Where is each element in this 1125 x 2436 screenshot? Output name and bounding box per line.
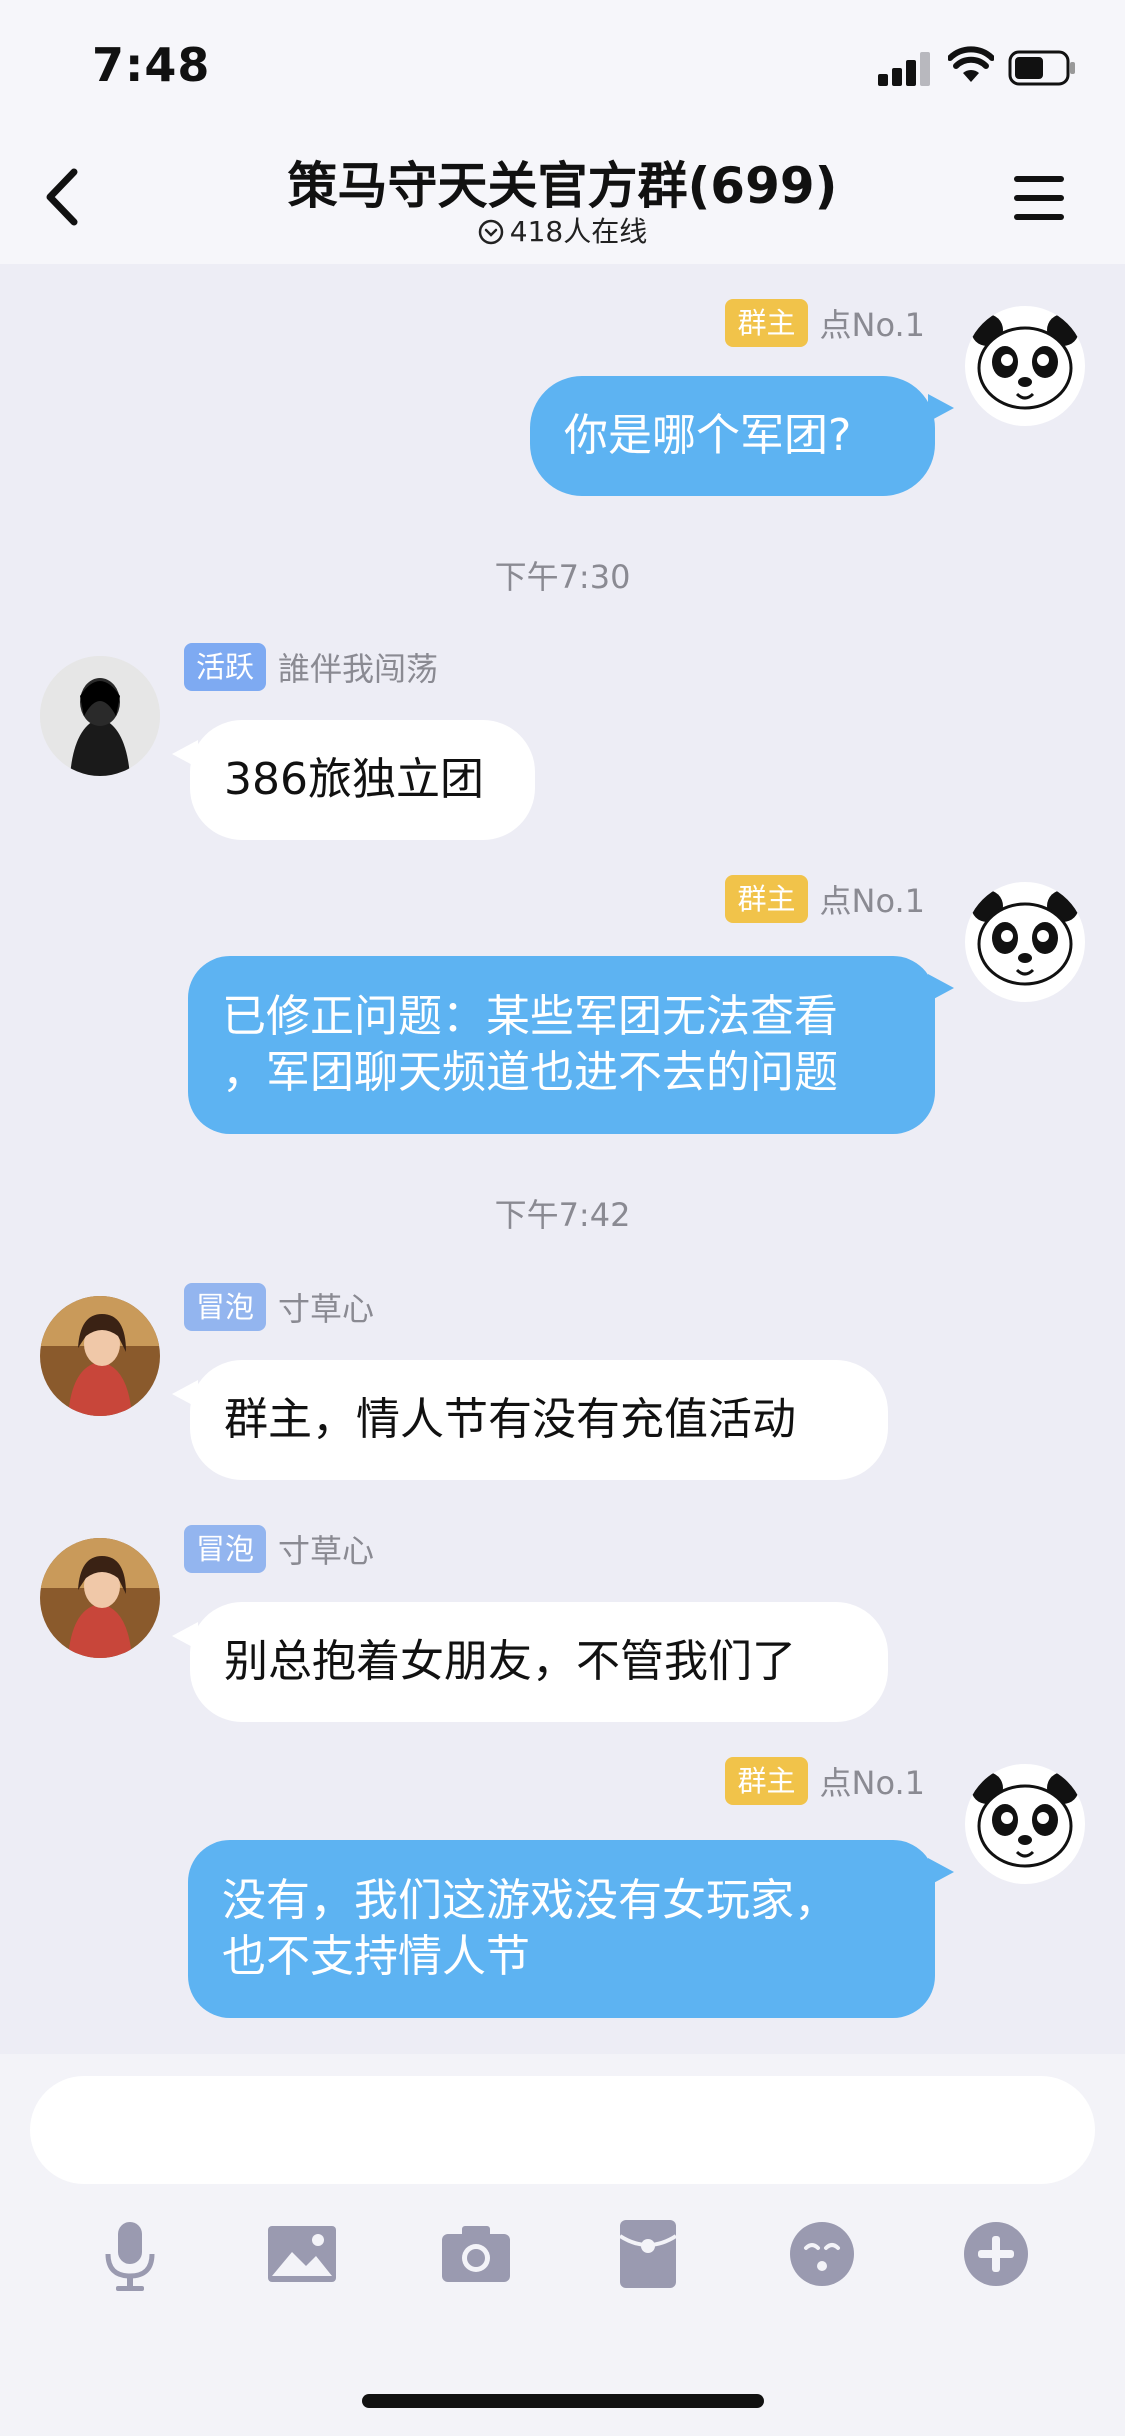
message-meta: 冒泡 寸草心 [184, 1524, 374, 1574]
panda-avatar-icon [971, 314, 1079, 410]
owner-tag: 群主 [725, 875, 808, 923]
input-area [0, 2054, 1125, 2436]
avatar[interactable] [965, 882, 1085, 1002]
online-count-label: 418人在线 [509, 215, 648, 248]
avatar[interactable] [40, 1296, 160, 1416]
avatar[interactable] [40, 1538, 160, 1658]
owner-tag: 群主 [725, 299, 808, 347]
bubble-tail [928, 974, 954, 1002]
wifi-icon [948, 46, 994, 82]
sender-name: 誰伴我闯荡 [278, 650, 439, 688]
message-input[interactable] [30, 2076, 1095, 2184]
timestamp: 下午7:30 [494, 558, 631, 596]
nav-bar: 策马守天关官方群(699) 418人在线 [0, 132, 1125, 264]
sender-name: 寸草心 [278, 1532, 375, 1570]
avatar[interactable] [40, 656, 160, 776]
chevron-down-circle-icon[interactable] [478, 219, 504, 245]
message-bubble[interactable]: 没有，我们这游戏没有女玩家， 也不支持情人节 [188, 1840, 935, 2018]
message-bubble[interactable]: 别总抱着女朋友，不管我们了 [190, 1602, 888, 1722]
microphone-icon[interactable] [90, 2214, 170, 2294]
message-text-line: 没有，我们这游戏没有女玩家， [222, 1875, 838, 1926]
message-text-line: 已修正问题：某些军团无法查看 [222, 991, 838, 1042]
message-text: 你是哪个军团? [564, 410, 852, 461]
status-bar: 7:48 [0, 0, 1125, 132]
panda-avatar-icon [971, 1772, 1079, 1868]
online-count: 418人在线 [300, 210, 825, 250]
battery-icon [1008, 50, 1075, 86]
camera-icon[interactable] [436, 2214, 516, 2294]
back-icon[interactable] [36, 162, 92, 232]
cellular-signal-icon [878, 52, 932, 86]
avatar[interactable] [965, 1764, 1085, 1884]
message-text: 386旅独立团 [224, 754, 484, 805]
message-bubble[interactable]: 386旅独立团 [190, 720, 535, 840]
message-meta: 群主 点No.1 [725, 1756, 925, 1806]
plus-icon[interactable] [956, 2214, 1036, 2294]
timestamp: 下午7:42 [494, 1196, 631, 1234]
message-bubble[interactable]: 你是哪个军团? [530, 376, 935, 496]
message-incoming: 活跃 誰伴我闯荡 386旅独立团 [0, 634, 1125, 854]
bubble-tail [928, 394, 954, 422]
emoji-icon[interactable] [782, 2214, 862, 2294]
message-text: 别总抱着女朋友，不管我们了 [224, 1636, 796, 1687]
red-packet-icon[interactable] [608, 2214, 688, 2294]
active-tag: 活跃 [184, 643, 267, 691]
message-meta: 群主 点No.1 [725, 298, 925, 348]
message-incoming: 冒泡 寸草心 别总抱着女朋友，不管我们了 [0, 1516, 1125, 1736]
image-icon[interactable] [262, 2214, 342, 2294]
message-text-line: ，军团聊天频道也进不去的问题 [222, 1047, 838, 1098]
message-outgoing: 群主 点No.1 你是哪个军团? [0, 264, 1125, 504]
avatar[interactable] [965, 306, 1085, 426]
message-text: 群主，情人节有没有充值活动 [224, 1394, 796, 1445]
message-meta: 活跃 誰伴我闯荡 [184, 642, 438, 692]
message-outgoing: 群主 点No.1 没有，我们这游戏没有女玩家， 也不支持情人节 [0, 1746, 1125, 2046]
sender-name: 点No.1 [819, 1764, 926, 1802]
message-meta: 冒泡 寸草心 [184, 1282, 374, 1332]
sender-name: 点No.1 [819, 306, 926, 344]
message-bubble[interactable]: 群主，情人节有没有充值活动 [190, 1360, 888, 1480]
profile-photo-icon [40, 1296, 160, 1416]
profile-photo-icon [40, 1538, 160, 1658]
chat-area[interactable]: 群主 点No.1 你是哪个军团? 下午7:30 活跃 誰伴我闯荡 386旅独立团… [0, 264, 1125, 2054]
group-title: 策马守天关官方群(699) [287, 157, 838, 215]
home-indicator[interactable] [362, 2394, 764, 2408]
message-meta: 群主 点No.1 [725, 874, 925, 924]
bubble-tag: 冒泡 [184, 1525, 267, 1573]
profile-photo-icon [40, 656, 160, 776]
bubble-tail [928, 1858, 954, 1886]
sender-name: 点No.1 [819, 882, 926, 920]
panda-avatar-icon [971, 890, 1079, 986]
message-incoming: 冒泡 寸草心 群主，情人节有没有充值活动 [0, 1274, 1125, 1494]
sender-name: 寸草心 [278, 1290, 375, 1328]
message-text-line: 也不支持情人节 [222, 1931, 530, 1982]
menu-icon[interactable] [1010, 172, 1070, 224]
bubble-tag: 冒泡 [184, 1283, 267, 1331]
message-outgoing: 群主 点No.1 已修正问题：某些军团无法查看 ，军团聊天频道也进不去的问题 [0, 864, 1125, 1164]
message-bubble[interactable]: 已修正问题：某些军团无法查看 ，军团聊天频道也进不去的问题 [188, 956, 935, 1134]
owner-tag: 群主 [725, 1757, 808, 1805]
status-time: 7:48 [92, 38, 211, 92]
